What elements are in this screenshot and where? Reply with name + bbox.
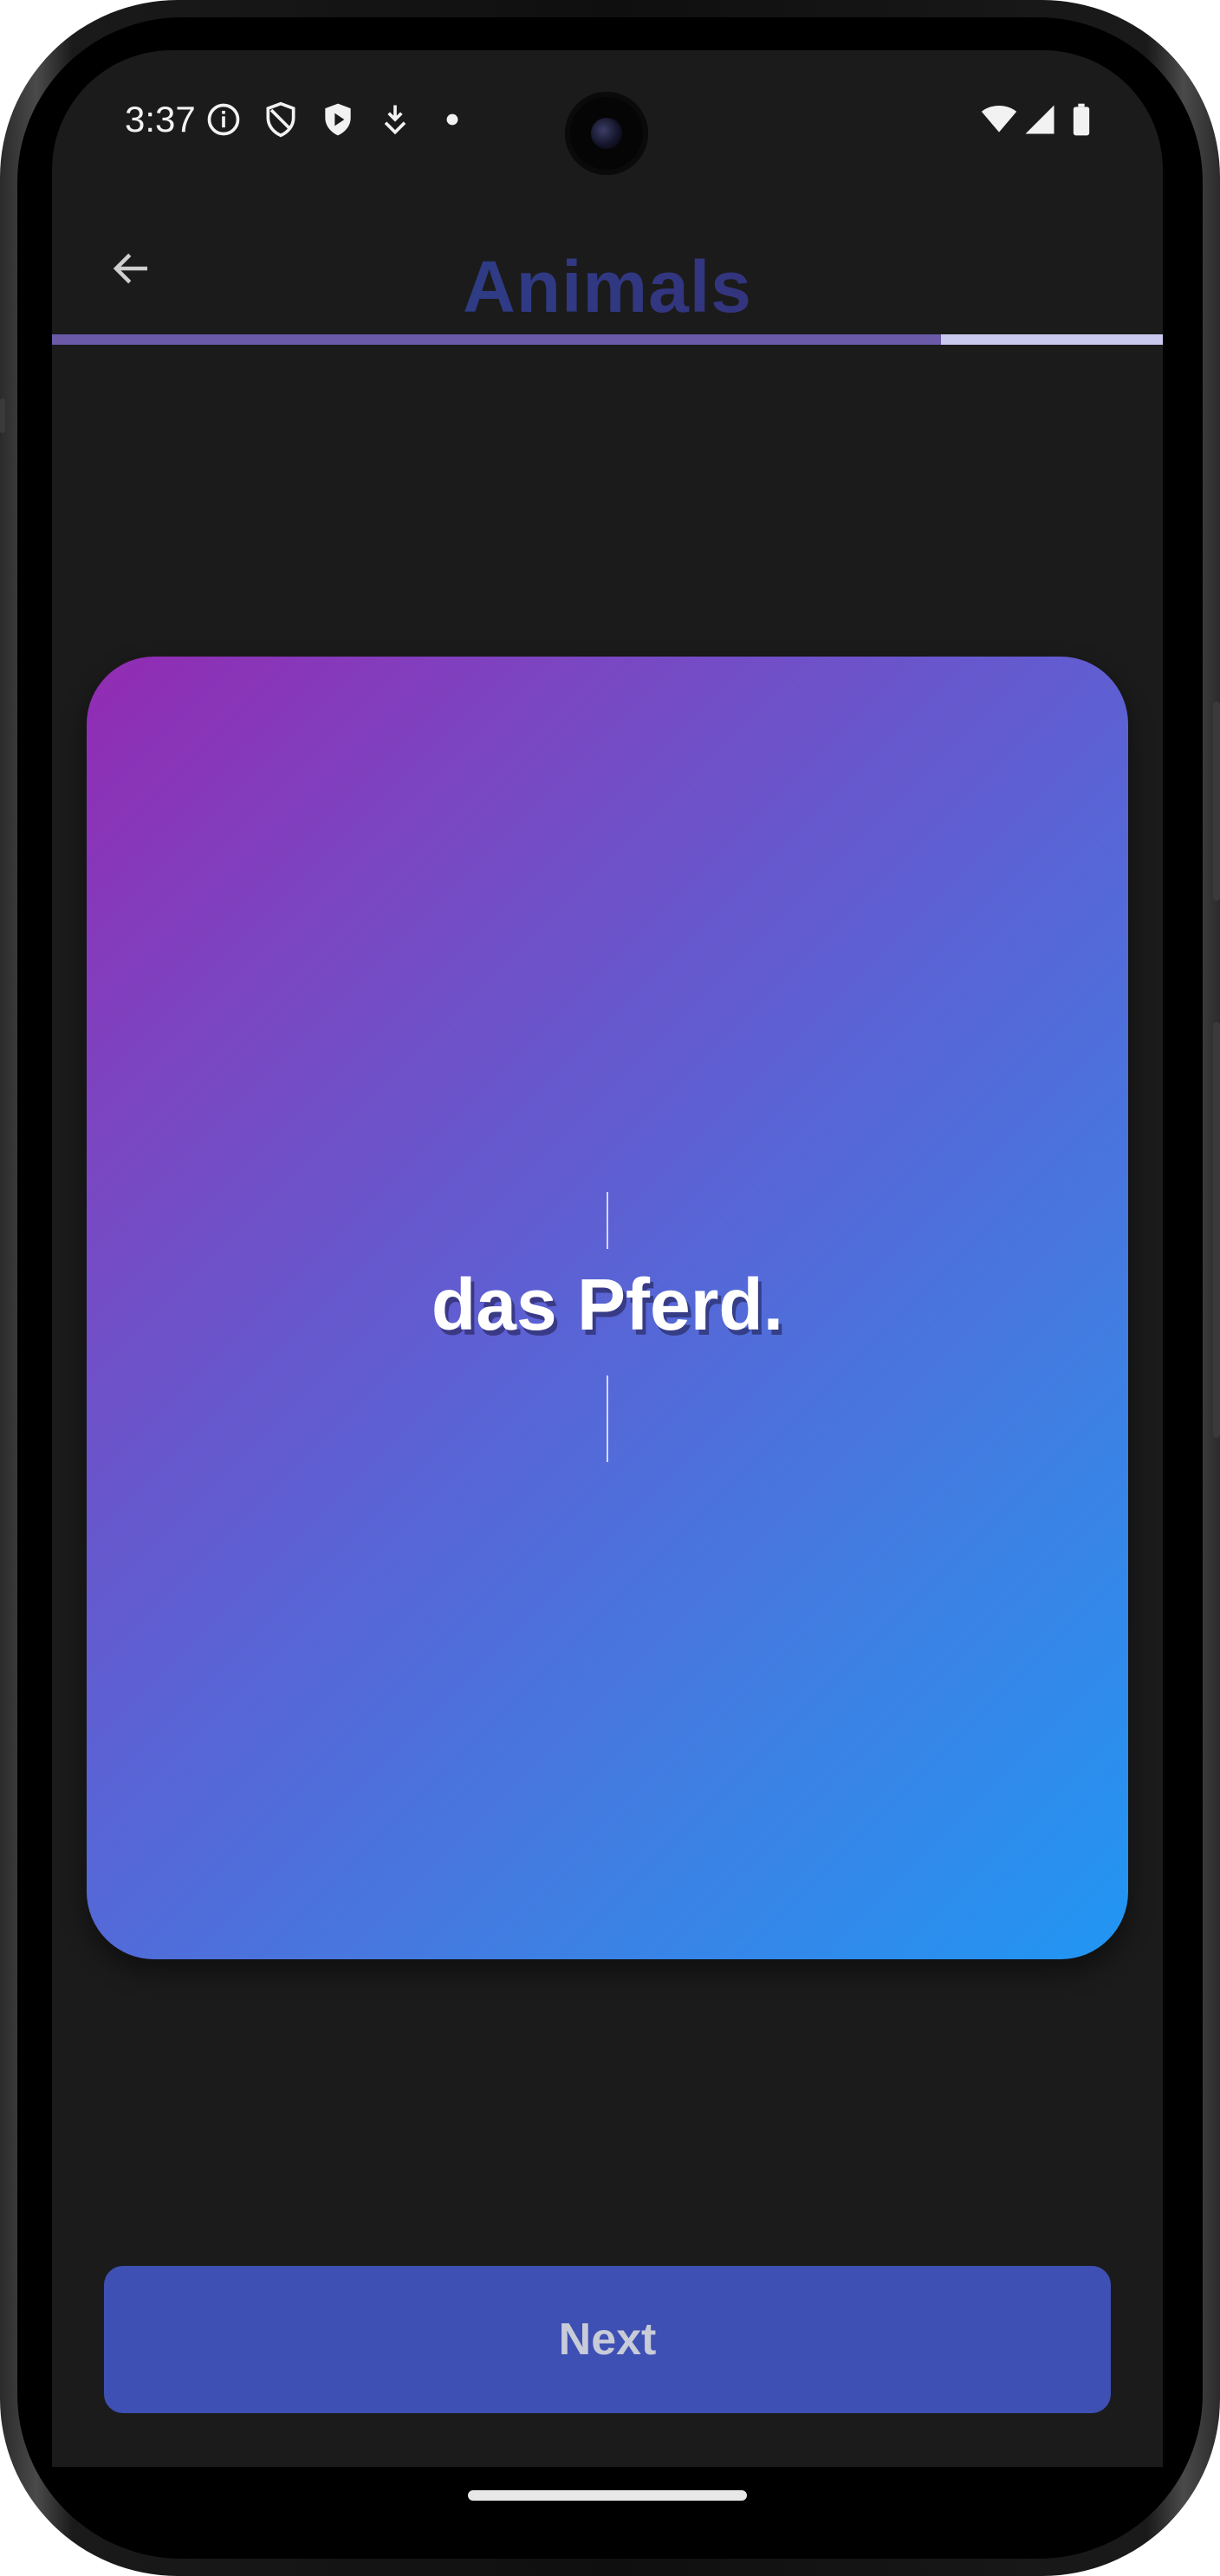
dot-icon xyxy=(446,113,458,126)
status-bar: 3:37 xyxy=(52,50,1163,189)
shield-play-icon xyxy=(325,103,351,136)
home-indicator xyxy=(468,2490,747,2501)
volume-button xyxy=(1213,1022,1220,1438)
side-button-left xyxy=(0,398,5,433)
front-camera xyxy=(565,92,648,175)
progress-fill xyxy=(52,334,941,345)
card-guide-line-top xyxy=(607,1192,608,1249)
battery-icon xyxy=(1073,103,1090,136)
page-title: Animals xyxy=(52,245,1163,329)
flashcard-word: das Pferd. xyxy=(431,1264,784,1345)
wifi-icon xyxy=(981,105,1017,133)
card-guide-line-bottom xyxy=(607,1375,608,1462)
status-time: 3:37 xyxy=(125,99,196,139)
info-icon xyxy=(207,103,240,136)
signal-icon xyxy=(1025,105,1055,134)
next-button[interactable]: Next xyxy=(104,2266,1111,2413)
power-button xyxy=(1213,702,1220,901)
progress-bar xyxy=(52,334,1163,345)
screen: 3:37 Animals das Pferd. Next xyxy=(52,50,1163,2467)
download-arrow-icon xyxy=(384,105,406,135)
shield-outline-icon xyxy=(266,101,295,138)
